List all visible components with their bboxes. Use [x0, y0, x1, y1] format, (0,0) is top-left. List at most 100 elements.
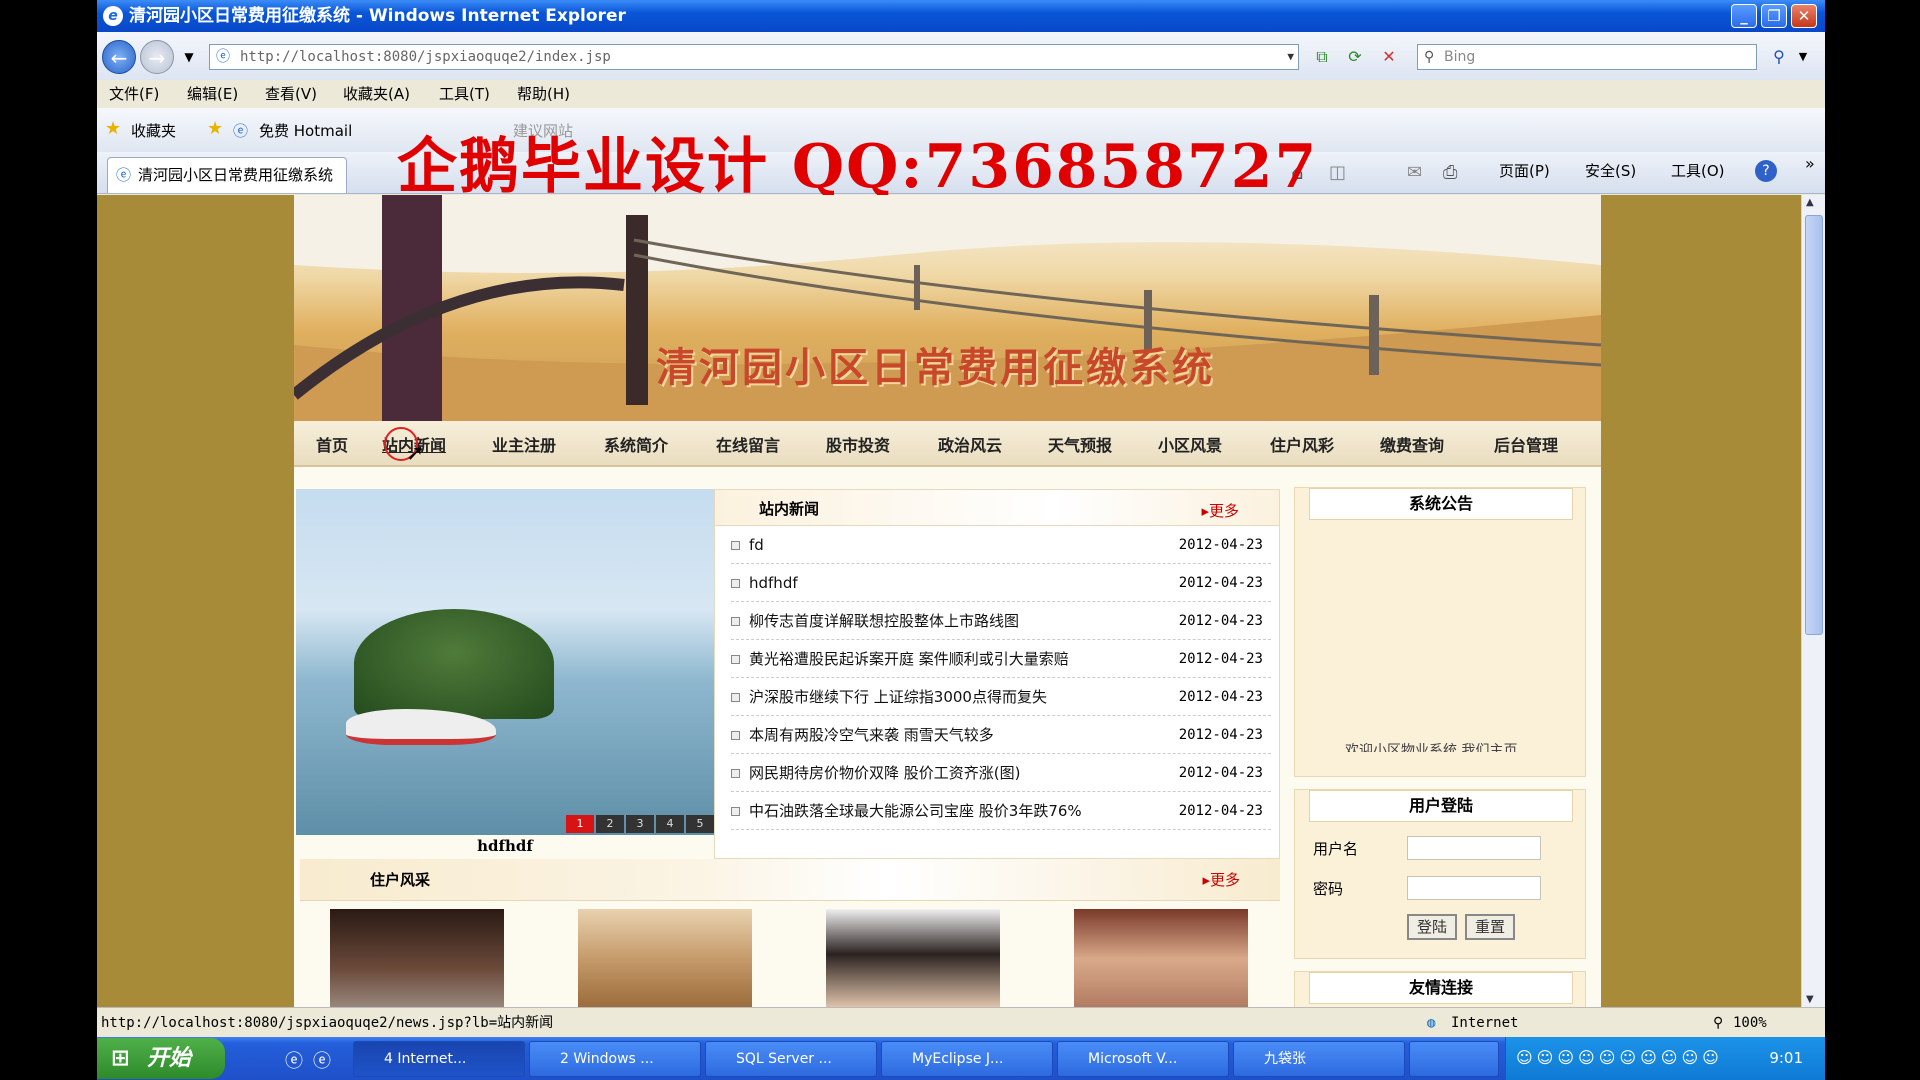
status-zone: Internet: [1451, 1015, 1519, 1031]
news-header: 站内新闻 ▸更多: [715, 490, 1279, 526]
nav-scenery[interactable]: 小区风景: [1158, 432, 1222, 456]
help-icon[interactable]: ?: [1755, 160, 1777, 182]
start-button[interactable]: ⊞ 开始: [97, 1038, 225, 1079]
nav-admin[interactable]: 后台管理: [1494, 432, 1558, 456]
slide-page-3[interactable]: 3: [626, 815, 654, 833]
password-field[interactable]: [1407, 876, 1541, 900]
feeds-icon[interactable]: ◫: [1329, 162, 1346, 183]
compatibility-icon[interactable]: ⧉: [1310, 45, 1334, 69]
news-row[interactable]: 柳传志首度详解联想控股整体上市路线图 2012-04-23: [731, 602, 1271, 640]
stop-icon[interactable]: ✕: [1377, 45, 1401, 69]
page-menu[interactable]: 页面(P): [1499, 160, 1550, 181]
news-row[interactable]: 中石油跌落全球最大能源公司宝座 股价3年跌76% 2012-04-23: [731, 792, 1271, 830]
nav-stocks[interactable]: 股市投资: [826, 432, 890, 456]
clock: 9:01: [1769, 1049, 1803, 1067]
nav-register[interactable]: 业主注册: [492, 432, 556, 456]
nav-weather[interactable]: 天气预报: [1048, 432, 1112, 456]
task-myeclipse[interactable]: MyEclipse J...: [881, 1041, 1053, 1077]
task-sql-server[interactable]: SQL Server ...: [705, 1041, 877, 1077]
slide-page-5[interactable]: 5: [686, 815, 714, 833]
status-zoom[interactable]: 100%: [1733, 1008, 1767, 1038]
menu-help[interactable]: 帮助(H): [517, 80, 570, 108]
scroll-up-icon[interactable]: ▲: [1806, 197, 1814, 208]
links-title: 友情连接: [1309, 972, 1573, 1004]
watermark-overlay: 企鹅毕业设计 QQ:736858727: [397, 132, 1319, 202]
task-windows[interactable]: 2 Windows ...: [529, 1041, 701, 1077]
address-dropdown-icon[interactable]: ▼: [1287, 45, 1294, 69]
system-tray: ☺☺☺☺☺☺☺☺☺☺ 9:01: [1505, 1037, 1825, 1080]
resident-photo[interactable]: [826, 909, 1000, 1007]
resident-photo[interactable]: [1074, 909, 1248, 1007]
menu-file[interactable]: 文件(F): [109, 80, 159, 108]
menu-view[interactable]: 查看(V): [265, 80, 317, 108]
login-button[interactable]: 登陆: [1407, 914, 1457, 940]
news-row[interactable]: hdfhdf 2012-04-23: [731, 564, 1271, 602]
menu-edit[interactable]: 编辑(E): [187, 80, 238, 108]
news-row[interactable]: 黄光裕遭股民起诉案开庭 案件顺利或引大量索赔 2012-04-23: [731, 640, 1271, 678]
slide-page-4[interactable]: 4: [656, 815, 684, 833]
slideshow[interactable]: 1 2 3 4 5: [296, 489, 714, 835]
quicklaunch-ie-icon[interactable]: ⓔ: [285, 1047, 303, 1073]
vertical-scrollbar[interactable]: ▲ ▼: [1801, 195, 1825, 1007]
windows-logo-icon: ⊞: [111, 1046, 130, 1071]
search-magnifier-icon: ⚲: [1424, 49, 1435, 65]
tools-menu[interactable]: 工具(O): [1671, 160, 1725, 181]
internet-zone-icon: ◍: [1427, 1015, 1436, 1031]
resident-photo[interactable]: [330, 909, 504, 1007]
news-row[interactable]: 沪深股市继续下行 上证综指3000点得而复失 2012-04-23: [731, 678, 1271, 716]
scroll-down-icon[interactable]: ▼: [1806, 994, 1814, 1005]
menu-tools[interactable]: 工具(T): [439, 80, 490, 108]
slideshow-caption[interactable]: hdfhdf: [296, 837, 714, 855]
username-field[interactable]: [1407, 836, 1541, 860]
quicklaunch-explorer-icon[interactable]: ⓔ: [313, 1047, 331, 1073]
minimize-button[interactable]: _: [1731, 4, 1757, 28]
nav-home[interactable]: 首页: [316, 432, 348, 456]
nav-politics[interactable]: 政治风云: [938, 432, 1002, 456]
task-internet[interactable]: 4 Internet...: [353, 1041, 525, 1077]
search-go-icon[interactable]: ⚲: [1767, 45, 1791, 69]
history-dropdown-icon[interactable]: ▼: [177, 45, 201, 69]
zoom-icon[interactable]: ⚲: [1713, 1008, 1723, 1038]
add-favorite-icon[interactable]: ★: [207, 118, 223, 139]
refresh-icon[interactable]: ⟳: [1343, 45, 1367, 69]
task-microsoft[interactable]: Microsoft V...: [1057, 1041, 1229, 1077]
news-row[interactable]: 网民期待房价物价双降 股价工资齐涨(图) 2012-04-23: [731, 754, 1271, 792]
safety-menu[interactable]: 安全(S): [1585, 160, 1636, 181]
print-icon[interactable]: ⎙: [1443, 162, 1457, 183]
bullet-icon: [731, 731, 740, 740]
tray-icons[interactable]: ☺☺☺☺☺☺☺☺☺☺: [1516, 1048, 1723, 1067]
scroll-thumb[interactable]: [1805, 215, 1823, 635]
favorites-button[interactable]: 收藏夹: [131, 120, 176, 141]
resident-photo[interactable]: [578, 909, 752, 1007]
bullet-icon: [731, 579, 740, 588]
back-button[interactable]: ←: [102, 40, 136, 74]
nav-residents[interactable]: 住户风彩: [1270, 432, 1334, 456]
tab-page-icon: ⓔ: [116, 166, 132, 184]
chevron-more-icon[interactable]: »: [1805, 154, 1815, 173]
notice-title: 系统公告: [1309, 488, 1573, 520]
slide-page-2[interactable]: 2: [596, 815, 624, 833]
nav-guestbook[interactable]: 在线留言: [716, 432, 780, 456]
mail-icon[interactable]: ✉: [1407, 162, 1422, 183]
news-row[interactable]: 本周有两股冷空气来袭 雨雪天气较多 2012-04-23: [731, 716, 1271, 754]
hotmail-link[interactable]: 免费 Hotmail: [259, 120, 352, 141]
search-placeholder: Bing: [1444, 49, 1476, 65]
slide-page-1[interactable]: 1: [566, 815, 594, 833]
forward-button[interactable]: →: [140, 40, 174, 74]
address-field[interactable]: ⓔ http://localhost:8080/jspxiaoquqe2/ind…: [209, 44, 1299, 70]
reset-button[interactable]: 重置: [1465, 914, 1515, 940]
restore-button[interactable]: ❐: [1761, 4, 1787, 28]
residents-more-link[interactable]: ▸更多: [1202, 869, 1240, 890]
nav-payment[interactable]: 缴费查询: [1380, 432, 1444, 456]
search-options-icon[interactable]: ▼: [1791, 45, 1815, 69]
menu-favorites[interactable]: 收藏夹(A): [343, 80, 410, 108]
news-row[interactable]: fd 2012-04-23: [731, 526, 1271, 564]
nav-intro[interactable]: 系统简介: [604, 432, 668, 456]
login-box: 用户登陆 用户名 密码 登陆 重置: [1294, 789, 1586, 959]
search-input[interactable]: ⚲ Bing: [1417, 44, 1757, 70]
browser-tab[interactable]: ⓔ 清河园小区日常费用征缴系统: [107, 157, 347, 193]
news-more-link[interactable]: ▸更多: [1201, 500, 1239, 521]
task-keyboard[interactable]: [1409, 1041, 1499, 1077]
close-button[interactable]: ✕: [1791, 4, 1817, 28]
task-jiudaizhang[interactable]: 九袋张: [1233, 1041, 1405, 1077]
